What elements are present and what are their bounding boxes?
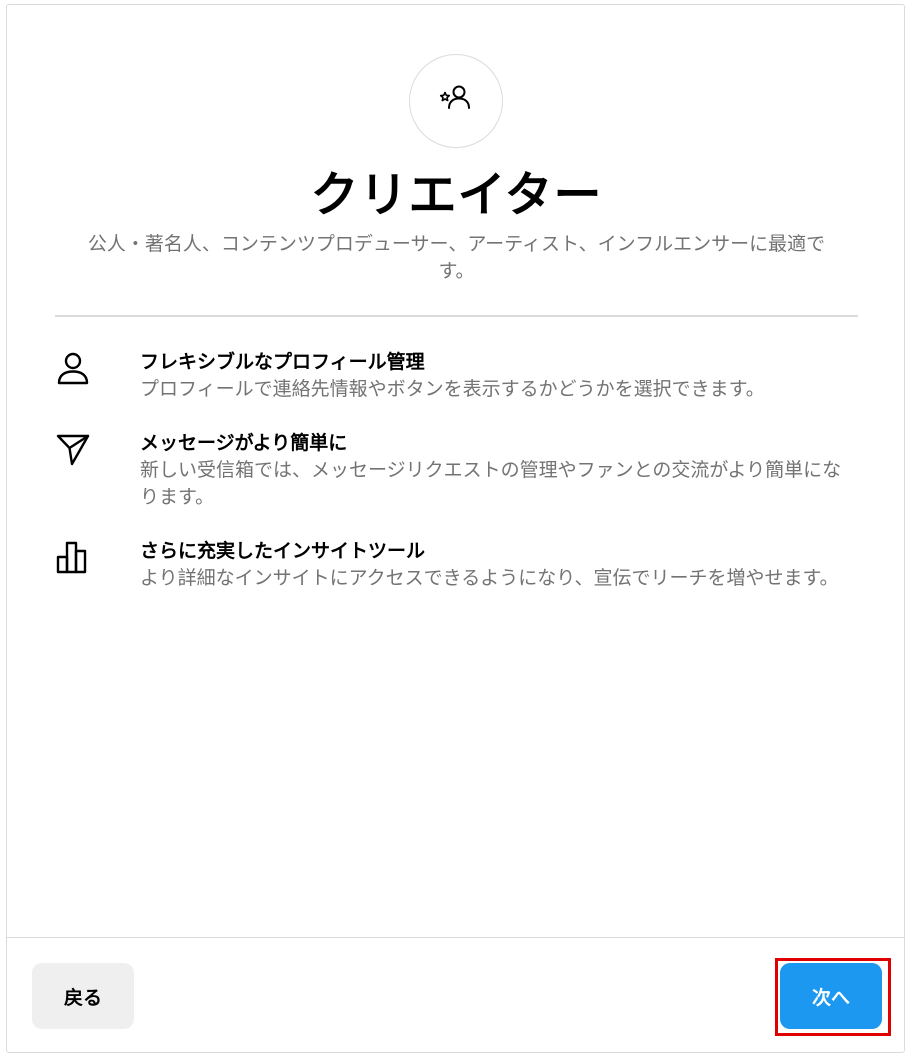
footer-divider xyxy=(7,937,904,938)
feature-description: より詳細なインサイトにアクセスできるようになり、宣伝でリーチを増やせます。 xyxy=(140,567,839,589)
star-person-icon xyxy=(436,79,476,123)
page-title: クリエイター xyxy=(310,167,603,223)
back-button[interactable]: 戻る xyxy=(32,963,134,1029)
account-type-dialog: クリエイター 公人・著名人、コンテンツプロデューサー、アーティスト、インフルエン… xyxy=(6,4,905,1053)
page-subtitle: 公人・著名人、コンテンツプロデューサー、アーティスト、インフルエンサーに最適です… xyxy=(87,233,826,282)
section-divider xyxy=(55,315,858,317)
creator-badge xyxy=(409,54,503,148)
paper-plane-icon xyxy=(55,431,91,467)
next-button[interactable]: 次へ xyxy=(780,963,882,1029)
feature-title: フレキシブルなプロフィール管理 xyxy=(140,351,425,373)
feature-description: プロフィールで連絡先情報やボタンを表示するかどうかを選択できます。 xyxy=(140,378,765,400)
bar-chart-icon xyxy=(55,539,91,575)
feature-title: メッセージがより簡単に xyxy=(140,432,348,454)
feature-title: さらに充実したインサイトツール xyxy=(140,540,426,562)
person-icon xyxy=(55,350,91,386)
feature-description: 新しい受信箱では、メッセージリクエストの管理やファンとの交流がより簡単になります… xyxy=(140,459,842,508)
